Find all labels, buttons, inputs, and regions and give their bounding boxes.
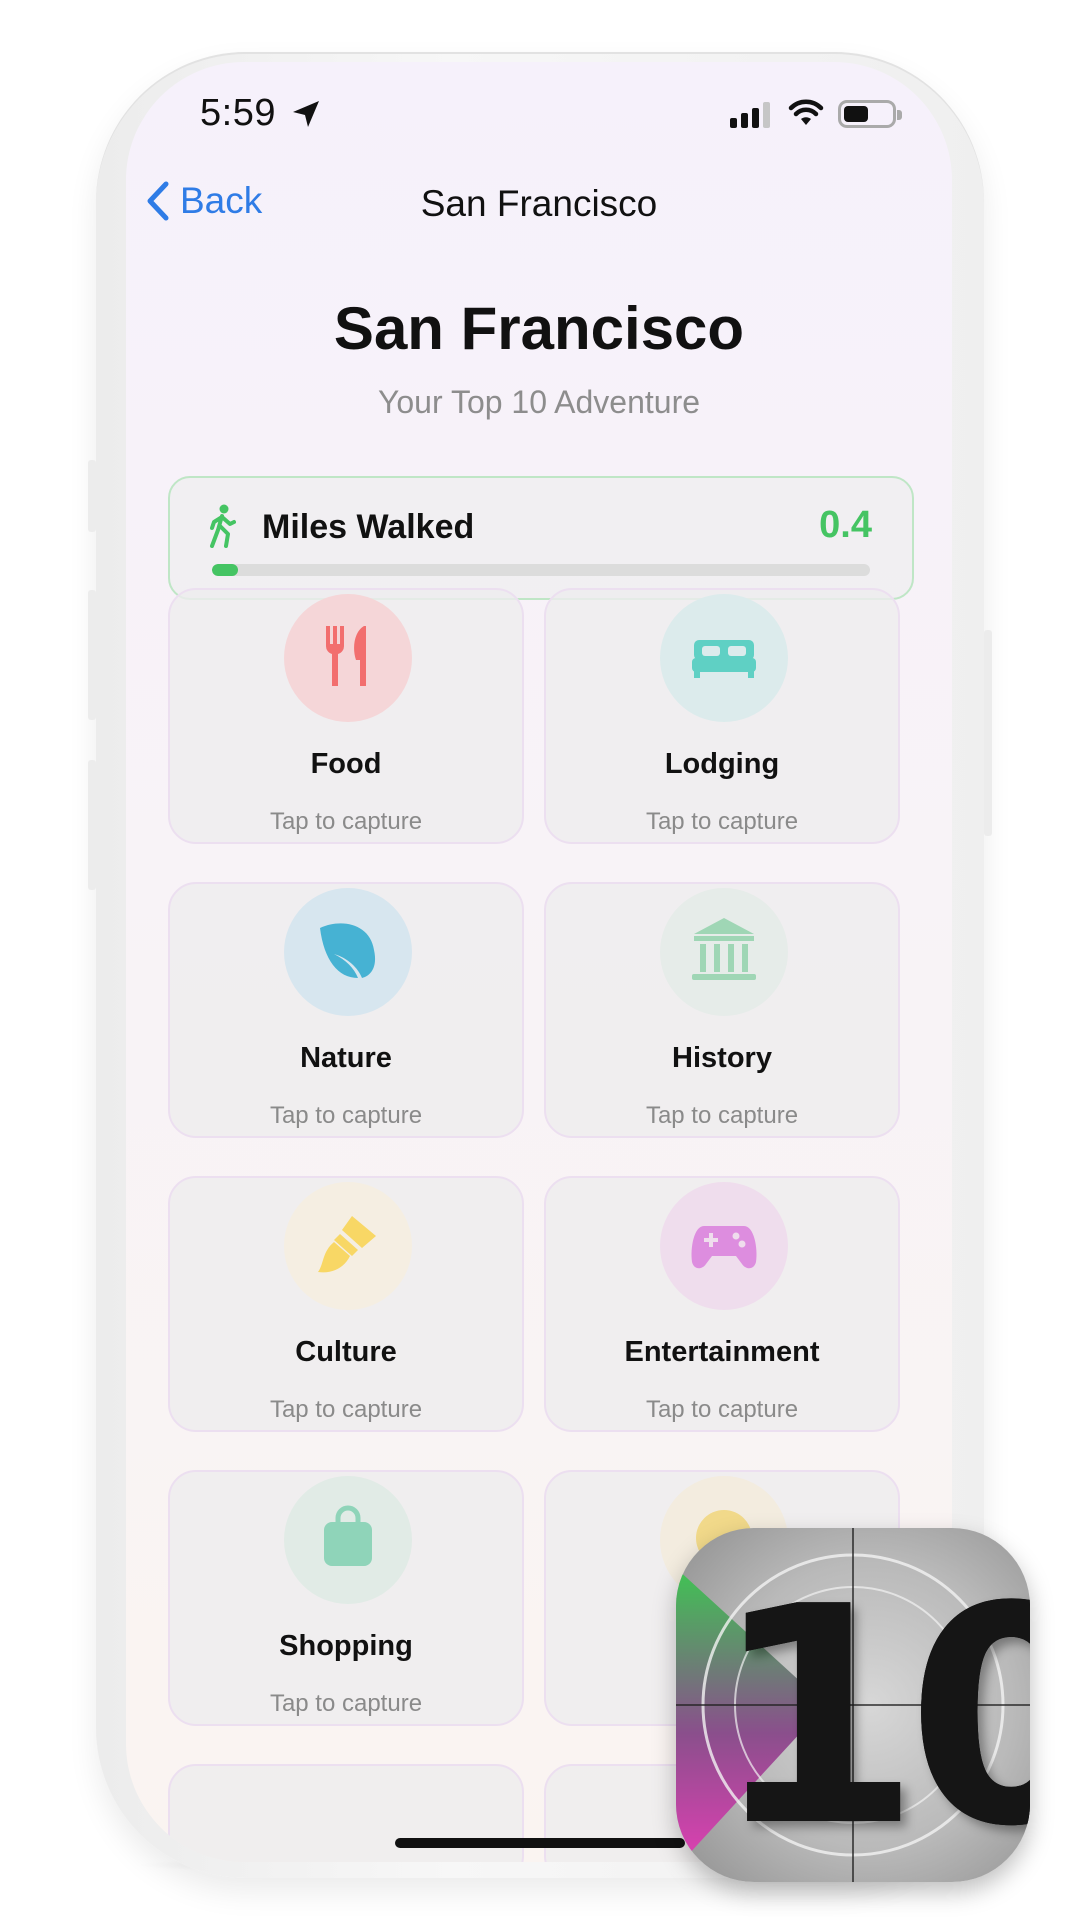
- leaf-icon-circle: [284, 888, 412, 1016]
- category-tile-history[interactable]: History Tap to capture: [544, 882, 900, 1138]
- page-subtitle: Your Top 10 Adventure: [377, 384, 701, 420]
- badge-number: 10: [712, 1543, 1030, 1882]
- gamecontroller-icon: [688, 1208, 760, 1285]
- fork-knife-icon-circle: [284, 594, 412, 722]
- app-badge: 10: [676, 1528, 1030, 1882]
- category-hint: Tap to capture: [645, 1102, 799, 1129]
- miles-label: Miles Walked: [262, 508, 475, 546]
- page-title: San Francisco: [333, 295, 745, 362]
- category-tile-culture[interactable]: Culture Tap to capture: [168, 1176, 524, 1432]
- category-name: Nature: [300, 1042, 392, 1074]
- mute-switch: [88, 460, 96, 532]
- category-name: History: [672, 1042, 772, 1074]
- wifi-icon: [788, 99, 824, 125]
- power-button: [984, 630, 992, 836]
- cellular-signal-icon: [730, 102, 770, 128]
- shopping-bag-icon: [312, 1502, 384, 1579]
- miles-value: 0.4: [819, 504, 872, 546]
- category-hint: Tap to capture: [269, 808, 423, 835]
- category-hint: Tap to capture: [269, 1396, 423, 1423]
- status-time: 5:59: [200, 92, 276, 134]
- category-tile-nature[interactable]: Nature Tap to capture: [168, 882, 524, 1138]
- museum-icon: [688, 914, 760, 991]
- bed-icon-circle: [660, 594, 788, 722]
- miles-progress-fill: [212, 564, 239, 576]
- miles-walked-card: Miles Walked 0.4: [168, 476, 914, 600]
- fork-knife-icon: [312, 620, 384, 697]
- volume-up-button: [88, 590, 96, 720]
- museum-icon-circle: [660, 888, 788, 1016]
- shopping-bag-icon-circle: [284, 1476, 412, 1604]
- home-indicator: [395, 1838, 685, 1848]
- volume-down-button: [88, 760, 96, 890]
- category-tile-lodging[interactable]: Lodging Tap to capture: [544, 588, 900, 844]
- battery-icon: [838, 100, 902, 128]
- category-name: Food: [310, 748, 382, 780]
- paintbrush-icon: [312, 1208, 384, 1285]
- bed-icon: [688, 620, 760, 697]
- walking-person-icon: [210, 504, 236, 548]
- location-arrow-icon: [293, 101, 319, 127]
- category-tile-entertainment[interactable]: Entertainment Tap to capture: [544, 1176, 900, 1432]
- category-hint: Tap to capture: [269, 1690, 423, 1717]
- leaf-icon: [312, 914, 384, 991]
- category-name: Shopping: [279, 1630, 413, 1662]
- category-hint: Tap to capture: [645, 808, 799, 835]
- nav-title: San Francisco: [420, 183, 658, 224]
- category-hint: Tap to capture: [645, 1396, 799, 1423]
- category-tile-food[interactable]: Food Tap to capture: [168, 588, 524, 844]
- miles-progress-bar: [212, 564, 870, 576]
- paintbrush-icon-circle: [284, 1182, 412, 1310]
- category-tile-shopping[interactable]: Shopping Tap to capture: [168, 1470, 524, 1726]
- gamecontroller-icon-circle: [660, 1182, 788, 1310]
- category-name: Culture: [295, 1336, 397, 1368]
- category-name: Entertainment: [624, 1336, 820, 1368]
- category-hint: Tap to capture: [269, 1102, 423, 1129]
- category-name: Lodging: [664, 748, 780, 780]
